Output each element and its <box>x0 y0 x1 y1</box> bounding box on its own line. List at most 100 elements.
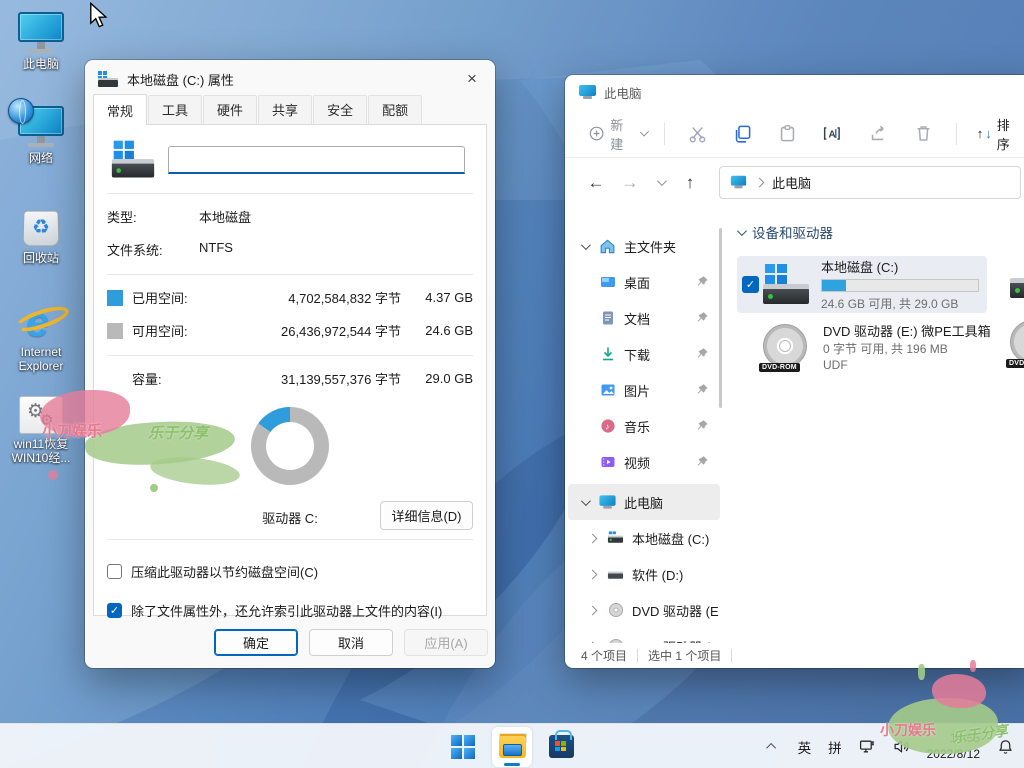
free-space-size: 24.6 GB <box>401 323 473 338</box>
used-space-size: 4.37 GB <box>401 290 473 305</box>
cut-button[interactable] <box>688 124 707 144</box>
rename-icon: A <box>823 124 843 143</box>
this-pc-icon <box>731 176 746 190</box>
rename-button[interactable]: A <box>823 124 843 144</box>
dialog-tabs: 常规 工具 硬件 共享 安全 配额 <box>85 98 495 124</box>
sidebar-item-home[interactable]: 主文件夹 <box>565 228 723 264</box>
dvd-e-item[interactable]: DVD-ROM DVD 驱动器 (E:) 微PE工具箱 0 字节 可用, 共 1… <box>737 323 1024 373</box>
pin-icon <box>696 383 709 396</box>
desktop-icon-label: win11恢复 WIN10经... <box>12 437 71 466</box>
sidebar-scrollbar[interactable] <box>719 228 722 408</box>
toolbar-divider <box>664 123 665 145</box>
sidebar-item-drive-d[interactable]: 软件 (D:) <box>565 556 723 592</box>
copy-button[interactable] <box>733 124 752 144</box>
mouse-cursor <box>88 2 110 28</box>
breadcrumb[interactable]: 此电脑 <box>772 173 811 192</box>
desktop-icon-internet-explorer[interactable]: e Internet Explorer <box>2 296 80 374</box>
partial-dvd-item[interactable]: DVD-ROM <box>1010 320 1024 367</box>
details-button[interactable]: 详细信息(D) <box>380 501 473 530</box>
input-language-en[interactable]: 英 <box>798 737 812 757</box>
desktop-icon-win11-restore[interactable]: ⚙⚙ win11恢复 WIN10经... <box>2 396 80 466</box>
dvd-rom-icon: DVD-ROM <box>763 324 810 371</box>
explorer-sidebar: 主文件夹 桌面 文档 下载 图片 ♪ <box>565 208 723 643</box>
hidden-icons-button[interactable] <box>764 738 781 755</box>
plus-circle-icon <box>589 125 604 142</box>
compress-checkbox-label: 压缩此驱动器以节约磁盘空间(C) <box>131 562 318 581</box>
sidebar-item-videos[interactable]: 视频 <box>565 444 723 480</box>
compress-checkbox[interactable] <box>107 564 122 579</box>
tab-security[interactable]: 安全 <box>313 95 367 124</box>
close-button[interactable]: × <box>449 60 495 98</box>
trash-icon <box>914 124 933 143</box>
item-checkbox[interactable]: ✓ <box>742 276 759 293</box>
tab-sharing[interactable]: 共享 <box>258 95 312 124</box>
time: 14:55 <box>927 731 980 747</box>
sidebar-item-drive-c[interactable]: 本地磁盘 (C:) <box>565 520 723 556</box>
apply-button[interactable]: 应用(A) <box>404 629 488 656</box>
free-space-swatch <box>107 323 123 339</box>
dialog-titlebar[interactable]: 本地磁盘 (C:) 属性 × <box>85 60 495 98</box>
forward-button[interactable]: → <box>613 173 647 193</box>
videos-icon <box>599 454 616 471</box>
taskbar-microsoft-store[interactable] <box>541 727 581 767</box>
network-icon <box>16 106 66 148</box>
share-button[interactable] <box>869 124 888 144</box>
sidebar-item-downloads[interactable]: 下载 <box>565 336 723 372</box>
back-button[interactable]: ← <box>579 173 613 193</box>
document-icon <box>599 310 616 327</box>
tab-tools[interactable]: 工具 <box>148 95 202 124</box>
start-button[interactable] <box>443 727 483 767</box>
compress-checkbox-row[interactable]: 压缩此驱动器以节约磁盘空间(C) <box>94 552 486 591</box>
up-button[interactable]: ↑ <box>673 173 707 193</box>
internet-explorer-icon: e <box>16 296 66 342</box>
capacity-label: 容量: <box>132 369 217 388</box>
address-bar[interactable]: 此电脑 <box>719 166 1021 199</box>
desktop-icon-network[interactable]: 网络 <box>2 106 80 165</box>
this-pc-icon <box>599 494 616 511</box>
clock[interactable]: 14:55 2022/8/12 <box>927 731 980 762</box>
network-icon[interactable] <box>859 738 876 755</box>
desktop-folder-icon <box>599 274 616 291</box>
ok-button[interactable]: 确定 <box>214 629 298 656</box>
explorer-titlebar[interactable]: 此电脑 <box>565 75 1024 110</box>
new-button[interactable]: 新建 <box>581 109 654 159</box>
recycle-bin-icon: ♻ <box>19 204 63 248</box>
paste-button[interactable] <box>778 124 797 144</box>
pictures-icon <box>599 382 616 399</box>
tab-hardware[interactable]: 硬件 <box>203 95 257 124</box>
taskbar-file-explorer[interactable] <box>492 727 532 767</box>
tab-quota[interactable]: 配额 <box>368 95 422 124</box>
music-icon: ♪ <box>599 418 616 435</box>
recent-locations-button[interactable] <box>647 179 673 186</box>
disk-properties-dialog: 本地磁盘 (C:) 属性 × 常规 工具 硬件 共享 安全 配额 类型: 本地磁… <box>85 60 495 668</box>
desktop-icon-recycle-bin[interactable]: ♻ 回收站 <box>2 204 80 265</box>
volume-label-input[interactable] <box>168 146 465 174</box>
drive-name: DVD 驱动器 (E:) 微PE工具箱 <box>823 323 991 341</box>
sidebar-item-dvd-f[interactable]: DVD 驱动器 (F <box>565 628 723 643</box>
sidebar-item-documents[interactable]: 文档 <box>565 300 723 336</box>
pin-icon <box>696 347 709 360</box>
desktop-icon-this-pc[interactable]: 此电脑 <box>2 12 80 71</box>
drive-c-item[interactable]: ✓ 本地磁盘 (C:) 24.6 GB 可用, 共 29.0 GB <box>737 256 987 313</box>
input-method-pinyin[interactable]: 拼 <box>828 737 842 757</box>
sidebar-item-music[interactable]: ♪ 音乐 <box>565 408 723 444</box>
volume-icon[interactable] <box>893 738 910 755</box>
sidebar-item-pictures[interactable]: 图片 <box>565 372 723 408</box>
type-value: 本地磁盘 <box>199 207 251 226</box>
partial-drive-item[interactable] <box>1010 258 1024 300</box>
sidebar-item-dvd-e[interactable]: DVD 驱动器 (E <box>565 592 723 628</box>
notification-bell-icon[interactable] <box>997 738 1014 755</box>
taskbar-tray: 英 拼 14:55 2022/8/12 <box>764 724 1014 768</box>
sidebar-item-this-pc[interactable]: 此电脑 <box>568 484 720 520</box>
delete-button[interactable] <box>914 124 933 144</box>
drive-name: 本地磁盘 (C:) <box>821 257 979 276</box>
file-explorer-icon <box>499 736 526 758</box>
tab-general[interactable]: 常规 <box>93 94 147 125</box>
sort-button[interactable]: ↑↓ 排序 <box>977 115 1019 153</box>
group-header-devices[interactable]: 设备和驱动器 <box>737 222 1024 242</box>
explorer-navbar: ← → ↑ 此电脑 <box>565 158 1024 207</box>
date: 2022/8/12 <box>927 747 980 763</box>
desktop-icon-label: Internet Explorer <box>6 345 76 374</box>
sidebar-item-desktop[interactable]: 桌面 <box>565 264 723 300</box>
cancel-button[interactable]: 取消 <box>309 629 393 656</box>
